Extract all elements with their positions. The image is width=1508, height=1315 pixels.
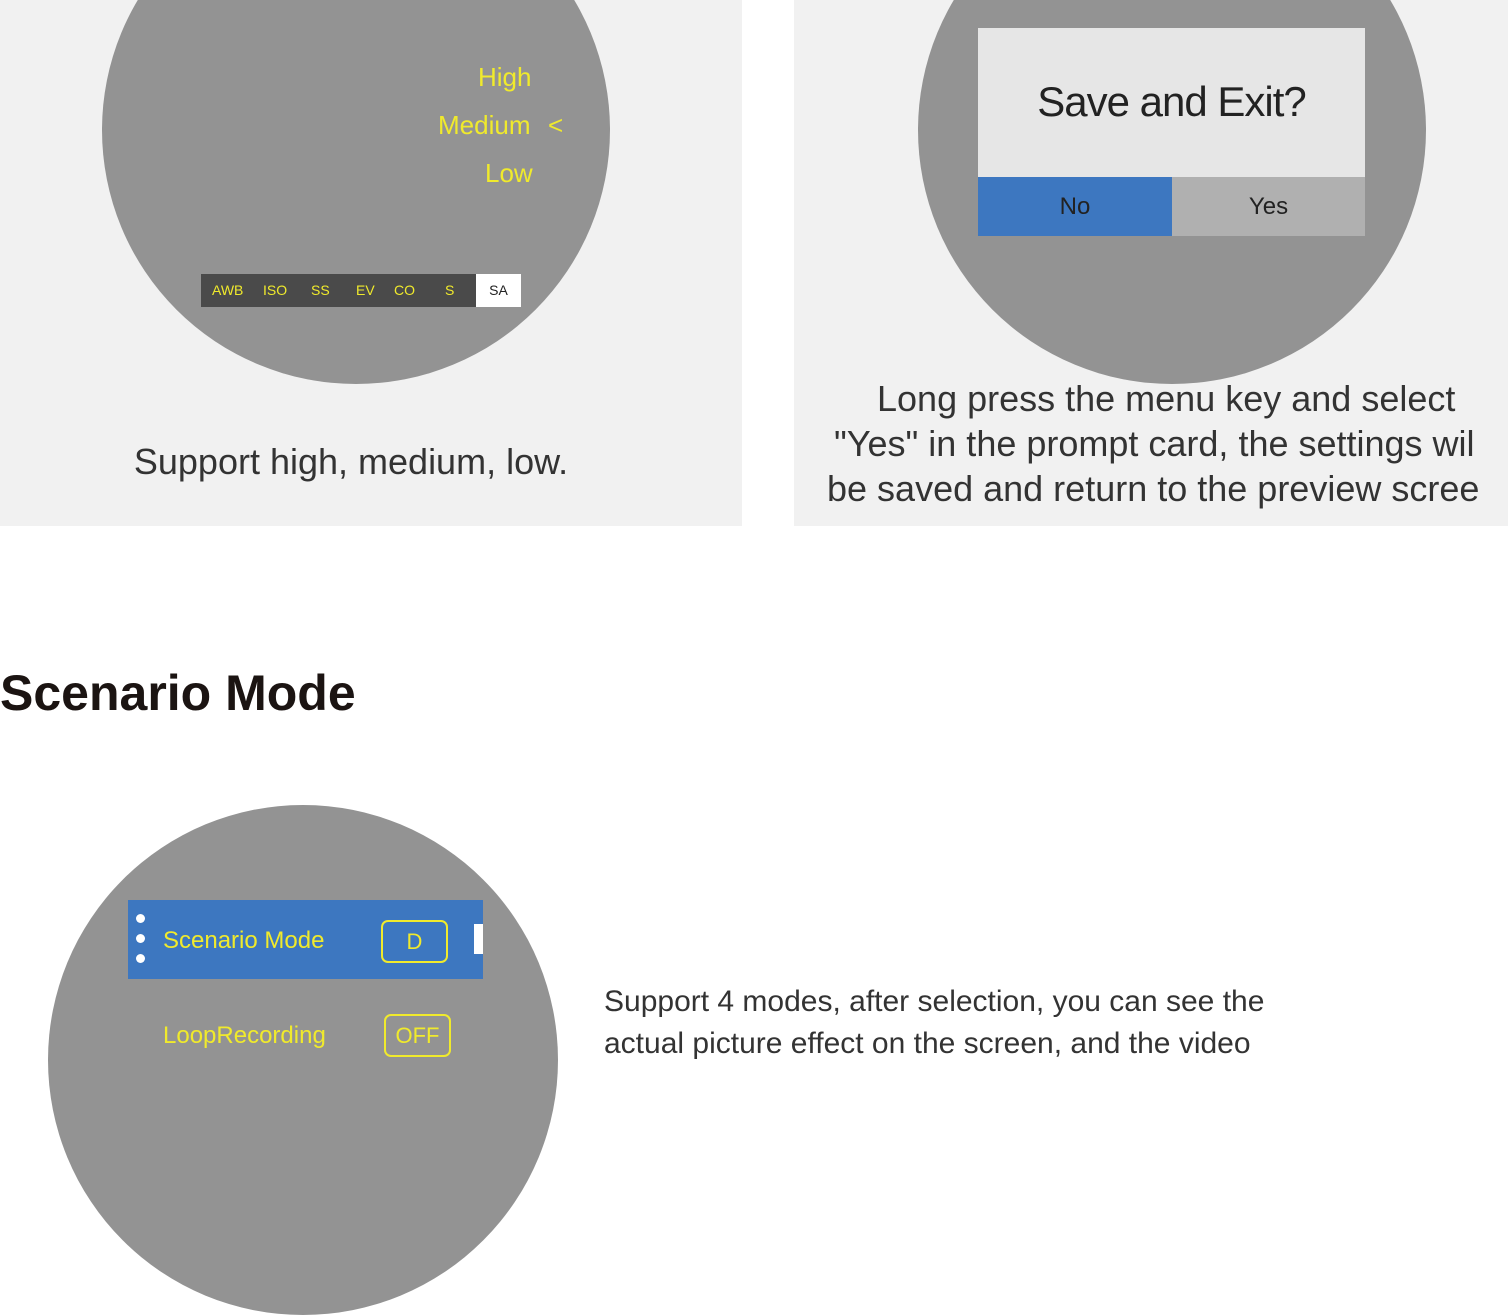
level-high-option[interactable]: High bbox=[478, 62, 531, 93]
more-dot-icon bbox=[136, 934, 145, 943]
toolbar-awb[interactable]: AWB bbox=[212, 274, 243, 307]
more-dot-icon bbox=[136, 914, 145, 923]
level-medium-option[interactable]: Medium bbox=[438, 110, 530, 141]
no-button[interactable]: No bbox=[978, 177, 1172, 236]
camera-screen-preview bbox=[102, 0, 610, 384]
caption-line-2: "Yes" in the prompt card, the settings w… bbox=[834, 423, 1475, 464]
dialog-title: Save and Exit? bbox=[1037, 78, 1307, 125]
camera-screen-preview bbox=[48, 805, 558, 1315]
caption-line-3: be saved and return to the preview scree bbox=[827, 468, 1480, 509]
menu-item-value-badge: OFF bbox=[384, 1014, 451, 1057]
caption-line-1: Long press the menu key and select bbox=[877, 378, 1456, 419]
quality-panel: High Medium < Low AWB ISO SS EV CO S SA … bbox=[0, 0, 742, 526]
menu-item-scenario-mode[interactable]: Scenario Mode D bbox=[128, 900, 483, 979]
toolbar-iso[interactable]: ISO bbox=[263, 274, 287, 307]
toolbar-ss[interactable]: SS bbox=[311, 274, 330, 307]
level-low-option[interactable]: Low bbox=[485, 158, 533, 189]
yes-button[interactable]: Yes bbox=[1172, 177, 1365, 236]
section-heading: Scenario Mode bbox=[0, 665, 356, 721]
save-exit-panel: Save and Exit? No Yes Long press the men… bbox=[794, 0, 1508, 526]
menu-item-loop-recording[interactable]: LoopRecording bbox=[163, 1022, 326, 1050]
toolbar-s[interactable]: S bbox=[445, 274, 454, 307]
description-line-2: actual picture effect on the screen, and… bbox=[604, 1027, 1251, 1060]
toolbar-co[interactable]: CO bbox=[394, 274, 415, 307]
description-line-1: Support 4 modes, after selection, you ca… bbox=[604, 985, 1265, 1018]
save-exit-dialog: Save and Exit? No Yes bbox=[978, 28, 1365, 236]
more-dot-icon bbox=[136, 954, 145, 963]
menu-item-value-badge: D bbox=[381, 920, 448, 963]
toolbar-ev[interactable]: EV bbox=[356, 274, 375, 307]
quality-caption: Support high, medium, low. bbox=[133, 441, 569, 482]
menu-item-label: Scenario Mode bbox=[163, 927, 325, 954]
selected-indicator: < bbox=[548, 110, 564, 140]
scrollbar-thumb[interactable] bbox=[474, 924, 483, 954]
dialog-body: Save and Exit? bbox=[978, 28, 1365, 177]
settings-toolbar: AWB ISO SS EV CO S SA bbox=[201, 274, 521, 307]
toolbar-sa-active[interactable]: SA bbox=[476, 274, 521, 307]
